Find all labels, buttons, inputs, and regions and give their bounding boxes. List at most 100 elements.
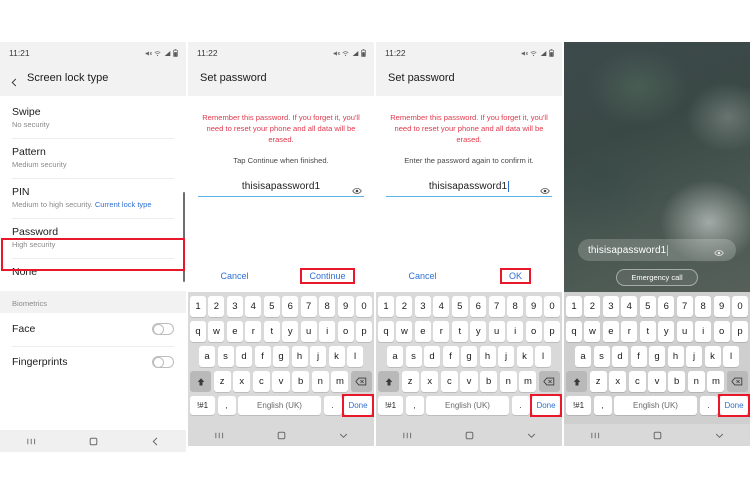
key-t[interactable]: t <box>639 321 656 342</box>
period-key[interactable]: . <box>511 396 530 415</box>
recents-icon[interactable] <box>214 430 225 441</box>
chevron-down-icon[interactable] <box>338 430 349 441</box>
key-g[interactable]: g <box>461 346 477 367</box>
key-s[interactable]: s <box>217 346 234 367</box>
key-g[interactable]: g <box>273 346 289 367</box>
key-s[interactable]: s <box>593 346 610 367</box>
key-l[interactable]: l <box>347 346 363 367</box>
eye-icon[interactable] <box>714 244 724 262</box>
key-k[interactable]: k <box>704 346 721 367</box>
key-c[interactable]: c <box>628 371 646 392</box>
key-q[interactable]: q <box>565 321 582 342</box>
key-7[interactable]: 7 <box>488 296 505 317</box>
key-x[interactable]: x <box>421 371 439 392</box>
done-key[interactable]: Done <box>718 394 750 417</box>
key-m[interactable]: m <box>519 371 537 392</box>
key-d[interactable]: d <box>236 346 252 367</box>
key-0[interactable]: 0 <box>356 296 373 317</box>
shift-icon[interactable] <box>566 371 587 392</box>
period-key[interactable]: . <box>323 396 342 415</box>
key-4[interactable]: 4 <box>433 296 450 317</box>
continue-button[interactable]: Continue <box>300 268 355 284</box>
key-k[interactable]: k <box>328 346 345 367</box>
key-j[interactable]: j <box>310 346 326 367</box>
key-9[interactable]: 9 <box>337 296 354 317</box>
list-item-pattern[interactable]: Pattern Medium security <box>0 137 186 178</box>
cancel-button[interactable]: Cancel <box>188 271 281 281</box>
key-1[interactable]: 1 <box>377 296 394 317</box>
key-w[interactable]: w <box>208 321 225 342</box>
key-t[interactable]: t <box>451 321 468 342</box>
list-item-none[interactable]: None <box>0 257 186 291</box>
key-7[interactable]: 7 <box>676 296 693 317</box>
key-3[interactable]: 3 <box>602 296 619 317</box>
key-h[interactable]: h <box>479 346 496 367</box>
comma-key[interactable]: , <box>593 396 612 415</box>
comma-key[interactable]: , <box>217 396 236 415</box>
key-f[interactable]: f <box>254 346 271 367</box>
shift-icon[interactable] <box>190 371 211 392</box>
key-4[interactable]: 4 <box>621 296 638 317</box>
key-x[interactable]: x <box>609 371 627 392</box>
key-r[interactable]: r <box>245 321 262 342</box>
toggle-row-face[interactable]: Face <box>0 313 186 346</box>
key-8[interactable]: 8 <box>319 296 336 317</box>
home-icon[interactable] <box>464 430 475 441</box>
key-b[interactable]: b <box>668 371 686 392</box>
key-a[interactable]: a <box>199 346 215 367</box>
password-input[interactable]: thisisapassword1 <box>198 181 364 197</box>
key-5[interactable]: 5 <box>263 296 280 317</box>
key-y[interactable]: y <box>470 321 487 342</box>
lock-password-input[interactable]: thisisapassword1 <box>578 239 736 261</box>
key-6[interactable]: 6 <box>470 296 487 317</box>
key-1[interactable]: 1 <box>565 296 582 317</box>
key-s[interactable]: s <box>405 346 422 367</box>
key-z[interactable]: z <box>213 371 231 392</box>
key-l[interactable]: l <box>723 346 739 367</box>
key-m[interactable]: m <box>707 371 725 392</box>
key-d[interactable]: d <box>612 346 628 367</box>
key-x[interactable]: x <box>233 371 251 392</box>
key-8[interactable]: 8 <box>695 296 712 317</box>
period-key[interactable]: . <box>699 396 718 415</box>
symbols-key[interactable]: !#1 <box>190 396 215 415</box>
list-item-password[interactable]: Password High security <box>0 217 186 258</box>
key-2[interactable]: 2 <box>584 296 601 317</box>
key-n[interactable]: n <box>499 371 517 392</box>
chevron-down-icon[interactable] <box>526 430 537 441</box>
chevron-down-icon[interactable] <box>714 430 725 441</box>
face-toggle[interactable] <box>152 323 174 336</box>
key-o[interactable]: o <box>337 321 354 342</box>
key-u[interactable]: u <box>300 321 317 342</box>
key-r[interactable]: r <box>433 321 450 342</box>
key-5[interactable]: 5 <box>451 296 468 317</box>
key-f[interactable]: f <box>442 346 459 367</box>
key-i[interactable]: i <box>695 321 712 342</box>
key-9[interactable]: 9 <box>713 296 730 317</box>
key-9[interactable]: 9 <box>525 296 542 317</box>
recents-icon[interactable] <box>402 430 413 441</box>
key-p[interactable]: p <box>544 321 561 342</box>
key-w[interactable]: w <box>396 321 413 342</box>
key-p[interactable]: p <box>732 321 749 342</box>
key-y[interactable]: y <box>658 321 675 342</box>
comma-key[interactable]: , <box>405 396 424 415</box>
recents-icon[interactable] <box>590 430 601 441</box>
key-d[interactable]: d <box>424 346 440 367</box>
key-t[interactable]: t <box>263 321 280 342</box>
key-2[interactable]: 2 <box>208 296 225 317</box>
key-2[interactable]: 2 <box>396 296 413 317</box>
key-e[interactable]: e <box>414 321 431 342</box>
key-v[interactable]: v <box>272 371 290 392</box>
shift-icon[interactable] <box>378 371 399 392</box>
key-f[interactable]: f <box>630 346 647 367</box>
key-b[interactable]: b <box>480 371 498 392</box>
key-o[interactable]: o <box>525 321 542 342</box>
eye-icon[interactable] <box>352 182 362 200</box>
home-icon[interactable] <box>276 430 287 441</box>
key-u[interactable]: u <box>488 321 505 342</box>
key-k[interactable]: k <box>516 346 533 367</box>
recents-icon[interactable] <box>26 436 37 447</box>
key-h[interactable]: h <box>667 346 684 367</box>
key-p[interactable]: p <box>356 321 373 342</box>
